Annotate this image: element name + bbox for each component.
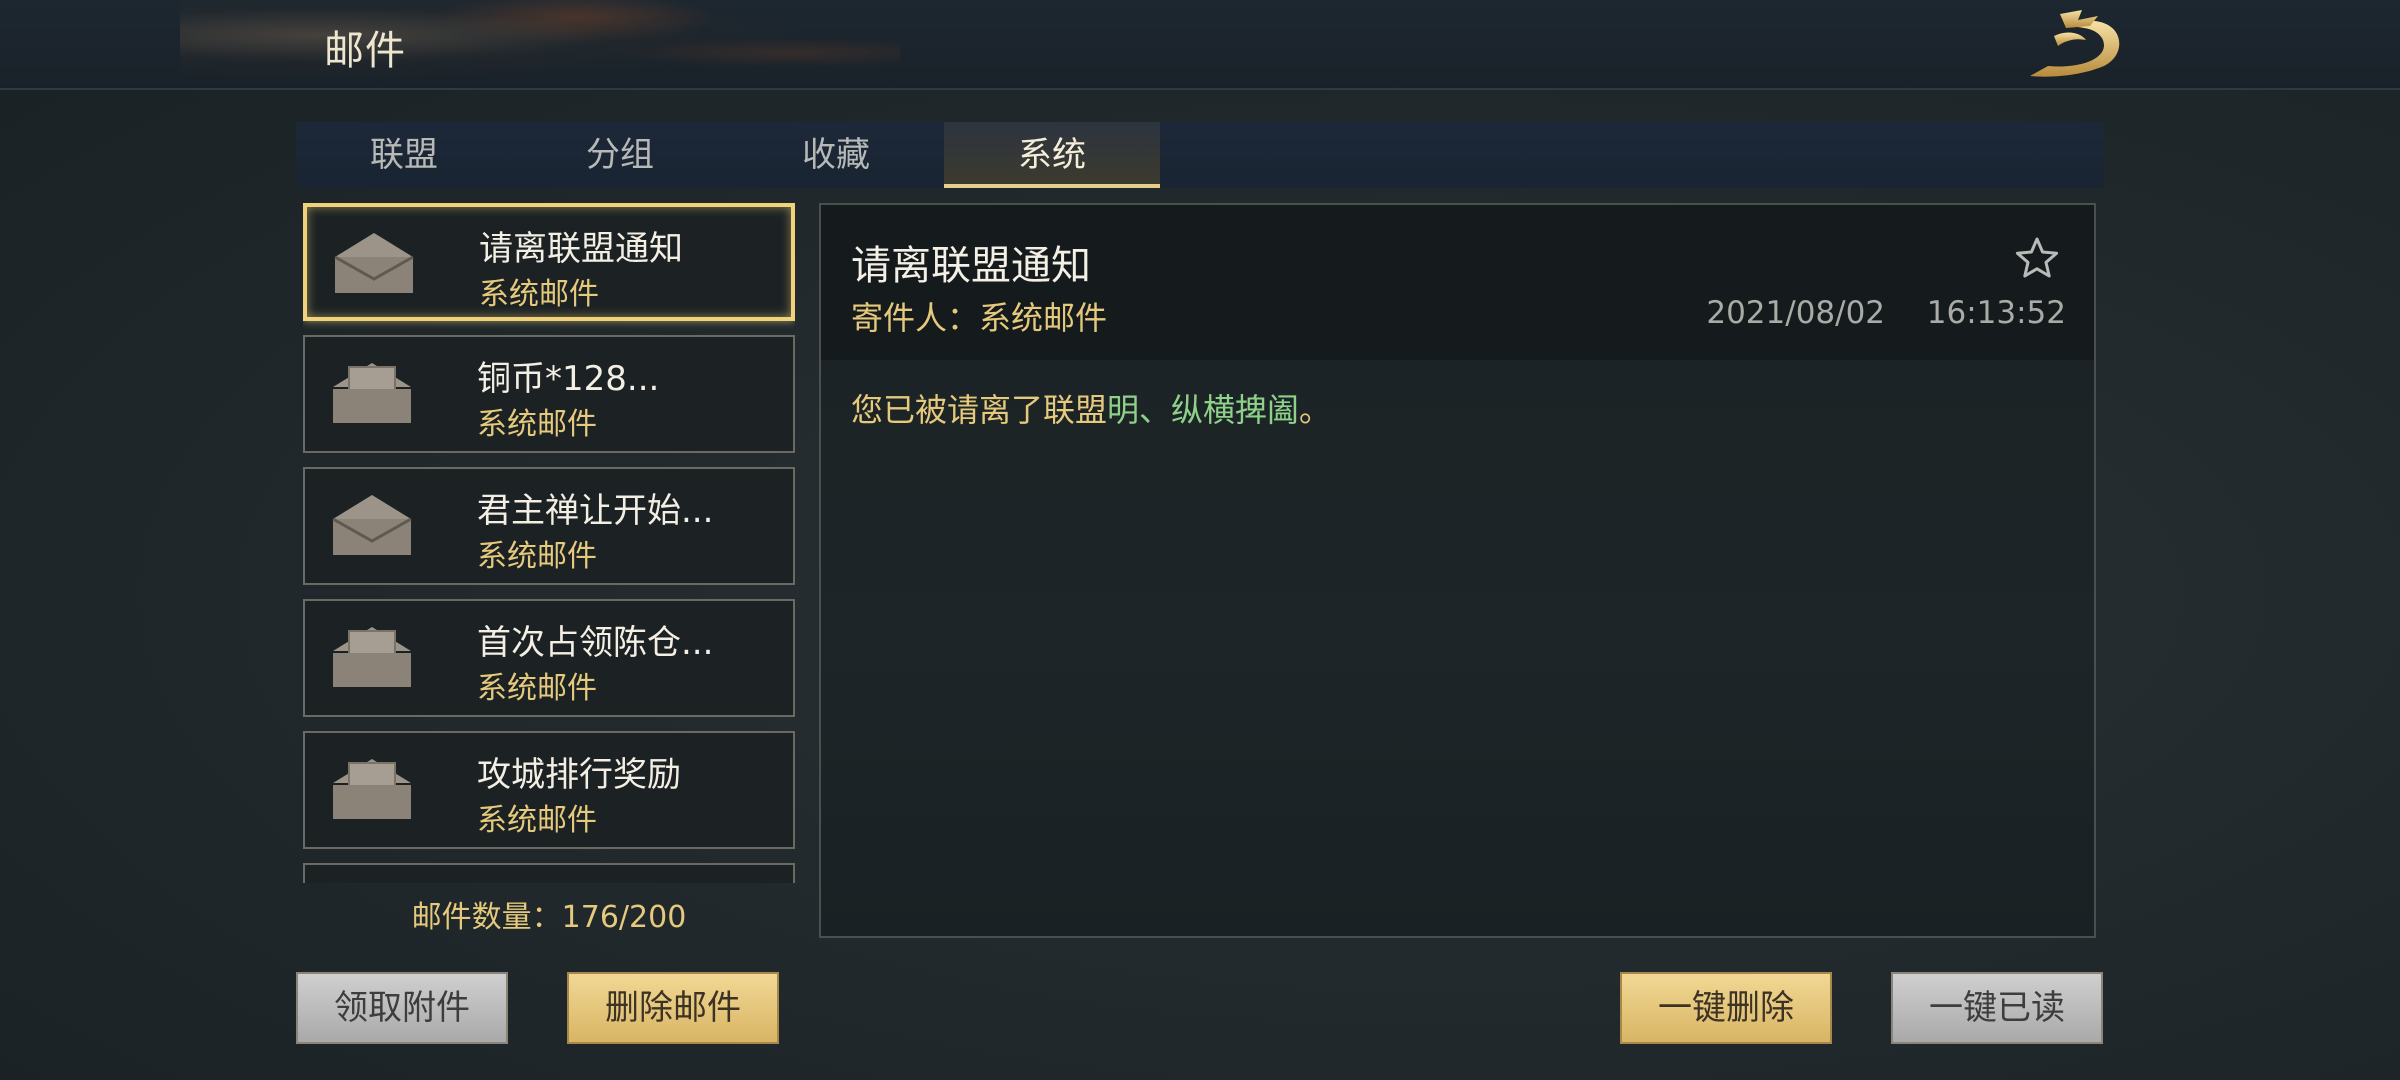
mail-title: 铜币*128... — [477, 359, 660, 399]
claim-attachments-button[interactable]: 领取附件 — [296, 972, 508, 1044]
mail-type: 系统邮件 — [479, 277, 599, 312]
envelope-with-letter-icon — [333, 759, 411, 819]
mail-list-item[interactable] — [303, 863, 795, 883]
envelope-open-icon — [334, 233, 414, 293]
mail-list-item[interactable]: 铜币*128... 系统邮件 — [303, 335, 795, 453]
mail-body-text: 您已被请离了联盟 — [851, 391, 1108, 429]
dragon-logo-icon[interactable] — [2020, 6, 2130, 82]
tab-group[interactable]: 分组 — [512, 122, 728, 188]
mail-timestamp: 2021/08/02 16:13:52 — [1706, 295, 2066, 331]
mail-list-item[interactable]: 首次占领陈仓... 系统邮件 — [303, 599, 795, 717]
tab-alliance[interactable]: 联盟 — [296, 122, 512, 188]
mail-type: 系统邮件 — [477, 407, 597, 442]
alliance-name-link[interactable]: 明、纵横捭阖 — [1107, 391, 1299, 429]
mail-detail-header: 请离联盟通知 寄件人：系统邮件 2021/08/02 16:13:52 — [821, 205, 2094, 360]
mail-list-item[interactable]: 攻城排行奖励 系统邮件 — [303, 731, 795, 849]
mail-type: 系统邮件 — [477, 671, 597, 706]
mail-time: 16:13:52 — [1926, 295, 2066, 331]
mail-count: 邮件数量：176/200 — [411, 900, 687, 935]
envelope-with-letter-icon — [333, 363, 411, 423]
mail-body: 您已被请离了联盟明、纵横捭阖。 — [851, 385, 1331, 431]
header-decoration — [180, 0, 900, 88]
mail-detail-panel: 请离联盟通知 寄件人：系统邮件 2021/08/02 16:13:52 您已被请… — [819, 203, 2096, 938]
header-bar: 邮件 — [0, 0, 2400, 90]
delete-mail-button[interactable]: 删除邮件 — [567, 972, 779, 1044]
mail-list-item[interactable]: 请离联盟通知 系统邮件 — [303, 203, 795, 321]
delete-all-button[interactable]: 一键删除 — [1620, 972, 1832, 1044]
mail-tab-bar: 联盟 分组 收藏 系统 — [296, 122, 2104, 188]
mail-title: 攻城排行奖励 — [477, 755, 681, 795]
mail-title: 请离联盟通知 — [479, 229, 683, 269]
mail-type: 系统邮件 — [477, 803, 597, 838]
mail-sender: 寄件人：系统邮件 — [851, 299, 1108, 337]
mail-subject: 请离联盟通知 — [851, 243, 1091, 289]
tab-favorites[interactable]: 收藏 — [728, 122, 944, 188]
mail-type: 系统邮件 — [477, 539, 597, 574]
favorite-star-icon[interactable] — [2014, 235, 2060, 281]
page-title: 邮件 — [324, 28, 406, 74]
mail-list-item[interactable]: 君主禅让开始... 系统邮件 — [303, 467, 795, 585]
envelope-open-icon — [332, 495, 412, 555]
mail-title: 首次占领陈仓... — [477, 623, 714, 663]
mark-all-read-button[interactable]: 一键已读 — [1891, 972, 2103, 1044]
envelope-with-letter-icon — [333, 627, 411, 687]
mail-body-end: 。 — [1299, 391, 1332, 429]
mail-date: 2021/08/02 — [1706, 295, 1886, 331]
mail-title: 君主禅让开始... — [477, 491, 714, 531]
mail-list[interactable]: 请离联盟通知 系统邮件 铜币*128... 系统邮件 君主禅让开始... 系统邮… — [303, 203, 795, 883]
tab-system[interactable]: 系统 — [944, 122, 1160, 188]
